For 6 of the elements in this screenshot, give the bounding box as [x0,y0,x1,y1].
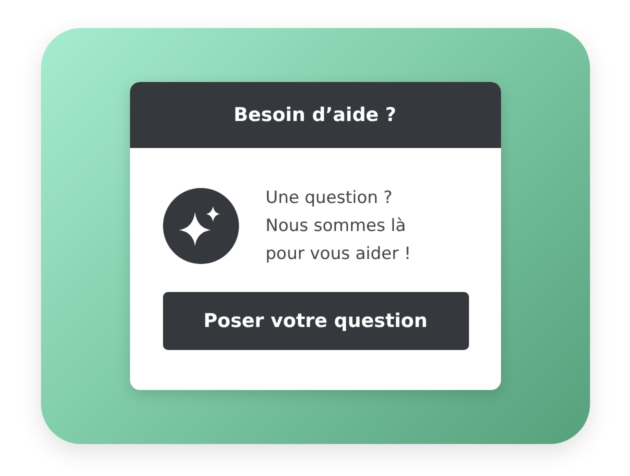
message-line: Une question ? [266,187,394,210]
message-line: Nous sommes là [266,215,407,238]
message-line: pour vous aider ! [266,243,411,266]
ask-question-button[interactable]: Poser votre question [162,292,468,350]
sparkle-icon [162,188,238,264]
panel-title: Besoin d’aide ? [234,102,396,128]
